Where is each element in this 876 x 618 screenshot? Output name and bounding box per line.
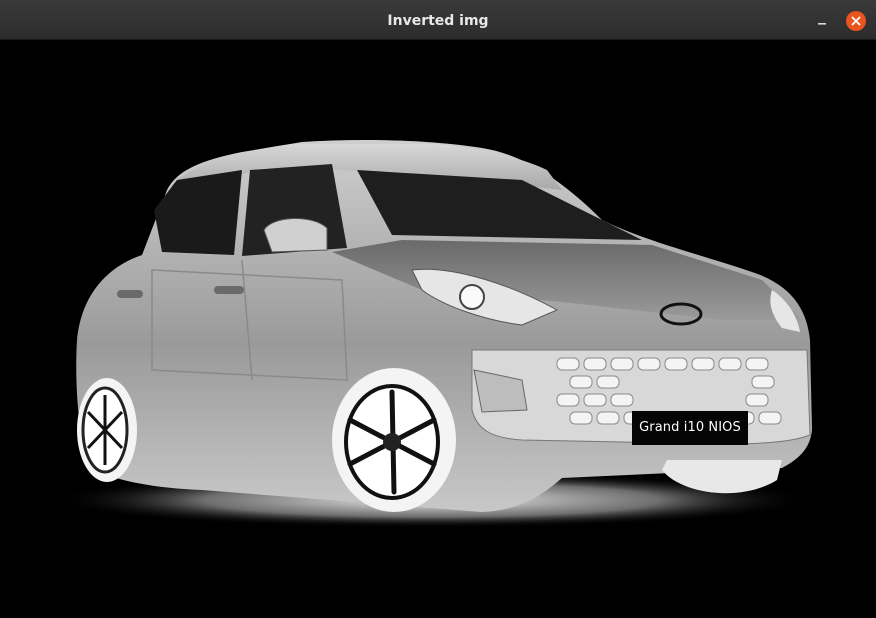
close-icon bbox=[851, 16, 861, 26]
inverted-car-image bbox=[52, 140, 813, 528]
title-bar[interactable]: Inverted img bbox=[0, 0, 876, 40]
window-title: Inverted img bbox=[387, 13, 489, 29]
app-window: Inverted img Grand i10 NIOS bbox=[0, 0, 876, 618]
model-badge: Grand i10 NIOS bbox=[632, 411, 748, 445]
minimize-button[interactable] bbox=[811, 10, 833, 32]
minimize-icon bbox=[818, 23, 826, 25]
image-canvas: Grand i10 NIOS bbox=[2, 40, 874, 616]
close-button[interactable] bbox=[846, 11, 866, 31]
